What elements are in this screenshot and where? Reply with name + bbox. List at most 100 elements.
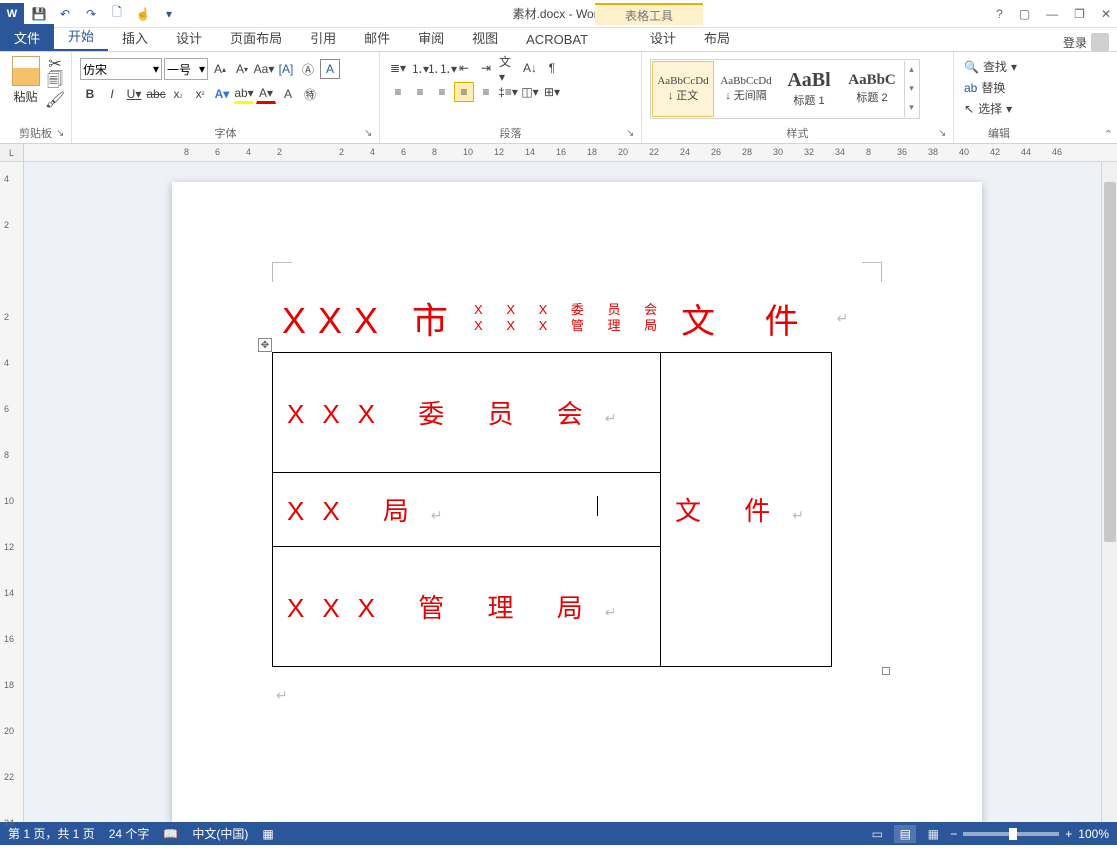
- tab-home[interactable]: 开始: [54, 22, 108, 51]
- tab-file[interactable]: 文件: [0, 24, 54, 51]
- document-area[interactable]: XXX 市 X X X 委 员 会 X X X 管 理 局 文 件 ↵ ✥ XX…: [24, 162, 1117, 822]
- styles-up-icon[interactable]: ▴: [904, 61, 918, 80]
- tab-table-layout[interactable]: 布局: [690, 24, 744, 51]
- font-size-select[interactable]: 一号▾: [164, 58, 208, 80]
- find-button[interactable]: 🔍查找 ▾: [964, 58, 1034, 75]
- strikethrough-button[interactable]: abc: [146, 84, 166, 104]
- replace-button[interactable]: ab替换: [964, 79, 1034, 96]
- vertical-ruler[interactable]: L 4224681012141618202224: [0, 144, 24, 822]
- highlight-icon[interactable]: ab▾: [234, 84, 254, 104]
- style-no-spacing[interactable]: AaBbCcDd ↓ 无间隔: [715, 61, 777, 117]
- document-table[interactable]: XXX 委 员 会↵ 文 件↵ XX 局↵ XXX 管 理 局↵: [272, 352, 832, 667]
- styles-down-icon[interactable]: ▾: [904, 79, 918, 98]
- superscript-button[interactable]: x²: [190, 84, 210, 104]
- status-language[interactable]: 中文(中国): [192, 825, 248, 842]
- text-direction-icon[interactable]: 文▾: [498, 58, 518, 78]
- underline-button[interactable]: U▾: [124, 84, 144, 104]
- align-left-icon[interactable]: ≡: [388, 82, 408, 102]
- qat-dropdown-icon[interactable]: ▾: [158, 3, 180, 25]
- table-cell-merged-right[interactable]: 文 件↵: [661, 353, 832, 667]
- tab-acrobat[interactable]: ACROBAT: [512, 28, 602, 51]
- vertical-scrollbar[interactable]: [1101, 162, 1117, 822]
- char-shading-icon[interactable]: A: [278, 84, 298, 104]
- spellcheck-icon[interactable]: 📖: [163, 827, 178, 841]
- grow-font-icon[interactable]: A▴: [210, 59, 230, 79]
- collapse-ribbon-icon[interactable]: ⌃: [1104, 128, 1113, 141]
- zoom-knob[interactable]: [1009, 828, 1017, 840]
- table-cell-r1c1[interactable]: XXX 委 员 会↵: [273, 353, 661, 473]
- minimize-icon[interactable]: —: [1046, 7, 1058, 21]
- tab-references[interactable]: 引用: [296, 24, 350, 51]
- table-cell-r3c1[interactable]: XXX 管 理 局↵: [273, 547, 661, 667]
- tab-mailings[interactable]: 邮件: [350, 24, 404, 51]
- show-marks-icon[interactable]: ¶: [542, 58, 562, 78]
- text-effects-icon[interactable]: A▾: [212, 84, 232, 104]
- line-spacing-icon[interactable]: ‡≡▾: [498, 82, 518, 102]
- restore-icon[interactable]: ❐: [1074, 7, 1085, 21]
- table-row[interactable]: XXX 委 员 会↵ 文 件↵: [273, 353, 832, 473]
- paste-button[interactable]: 粘贴: [8, 56, 43, 105]
- scrollbar-thumb[interactable]: [1104, 182, 1116, 542]
- horizontal-ruler[interactable]: 8642246810121416182022242628303234836384…: [24, 144, 1117, 162]
- tab-view[interactable]: 视图: [458, 24, 512, 51]
- bold-button[interactable]: B: [80, 84, 100, 104]
- macro-icon[interactable]: ▦: [262, 827, 273, 841]
- zoom-in-icon[interactable]: +: [1065, 827, 1072, 841]
- paragraph-dialog-launcher-icon[interactable]: ↘: [626, 128, 639, 141]
- multilevel-list-icon[interactable]: ⒈⒈▾: [432, 58, 452, 78]
- sort-icon[interactable]: A↓: [520, 58, 540, 78]
- print-layout-icon[interactable]: ▤: [894, 825, 916, 843]
- style-heading1[interactable]: AaBl 标题 1: [778, 61, 840, 117]
- increase-indent-icon[interactable]: ⇥: [476, 58, 496, 78]
- italic-button[interactable]: I: [102, 84, 122, 104]
- login-link[interactable]: 登录: [1063, 33, 1109, 51]
- touch-mode-icon[interactable]: ☝: [132, 3, 154, 25]
- read-mode-icon[interactable]: ▭: [866, 825, 888, 843]
- select-button[interactable]: ↖选择 ▾: [964, 100, 1034, 117]
- decrease-indent-icon[interactable]: ⇤: [454, 58, 474, 78]
- format-painter-icon[interactable]: 🖌: [47, 92, 63, 108]
- clear-format-icon[interactable]: Ⓐ: [298, 59, 318, 79]
- clipboard-dialog-launcher-icon[interactable]: ↘: [56, 128, 69, 141]
- tab-layout[interactable]: 页面布局: [216, 24, 296, 51]
- bullets-icon[interactable]: ≣▾: [388, 58, 408, 78]
- close-icon[interactable]: ✕: [1101, 7, 1111, 21]
- tab-insert[interactable]: 插入: [108, 24, 162, 51]
- char-border-icon[interactable]: A: [320, 59, 340, 79]
- open-icon[interactable]: 🗋: [106, 3, 128, 25]
- style-heading2[interactable]: AaBbC 标题 2: [841, 61, 903, 117]
- ribbon-display-options-icon[interactable]: ▢: [1019, 7, 1030, 21]
- enclose-char-icon[interactable]: ㊕: [300, 84, 320, 104]
- zoom-slider[interactable]: [963, 832, 1059, 836]
- styles-dialog-launcher-icon[interactable]: ↘: [938, 128, 951, 141]
- doc-header-line[interactable]: XXX 市 X X X 委 员 会 X X X 管 理 局 文 件 ↵: [282, 292, 882, 344]
- phonetic-guide-icon[interactable]: [A]: [276, 59, 296, 79]
- status-word-count[interactable]: 24 个字: [109, 825, 150, 842]
- zoom-out-icon[interactable]: −: [950, 827, 957, 841]
- table-cell-r2c1[interactable]: XX 局↵: [273, 473, 661, 547]
- help-icon[interactable]: ?: [996, 7, 1003, 21]
- table-resize-handle-icon[interactable]: [882, 667, 890, 675]
- distribute-icon[interactable]: ≡: [476, 82, 496, 102]
- table-move-handle-icon[interactable]: ✥: [258, 338, 272, 352]
- subscript-button[interactable]: x₂: [168, 84, 188, 104]
- zoom-level[interactable]: 100%: [1078, 827, 1109, 841]
- borders-icon[interactable]: ⊞▾: [542, 82, 562, 102]
- tab-review[interactable]: 审阅: [404, 24, 458, 51]
- web-layout-icon[interactable]: ▦: [922, 825, 944, 843]
- document-page[interactable]: XXX 市 X X X 委 员 会 X X X 管 理 局 文 件 ↵ ✥ XX…: [172, 182, 982, 822]
- align-right-icon[interactable]: ≡: [432, 82, 452, 102]
- shading-icon[interactable]: ◫▾: [520, 82, 540, 102]
- shrink-font-icon[interactable]: A▾: [232, 59, 252, 79]
- style-normal[interactable]: AaBbCcDd ↓ 正文: [652, 61, 714, 117]
- status-page[interactable]: 第 1 页，共 1 页: [8, 825, 95, 842]
- font-color-icon[interactable]: A▾: [256, 84, 276, 104]
- align-center-icon[interactable]: ≡: [410, 82, 430, 102]
- tab-table-design[interactable]: 设计: [636, 24, 690, 51]
- change-case-button[interactable]: Aa▾: [254, 59, 274, 79]
- justify-icon[interactable]: ≡: [454, 82, 474, 102]
- font-name-select[interactable]: 仿宋▾: [80, 58, 162, 80]
- save-icon[interactable]: 💾: [28, 3, 50, 25]
- tab-design[interactable]: 设计: [162, 24, 216, 51]
- copy-icon[interactable]: 🗐: [47, 74, 63, 90]
